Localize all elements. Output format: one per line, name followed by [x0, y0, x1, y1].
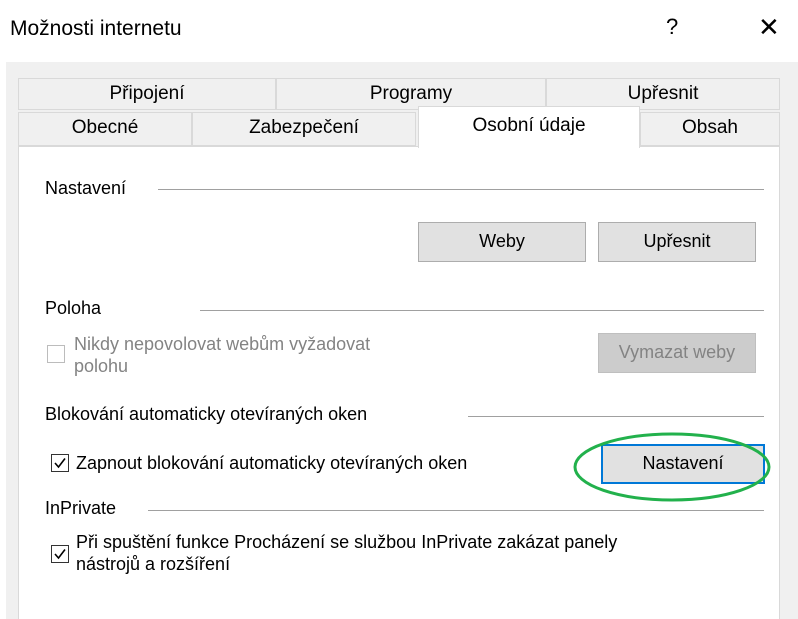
label-line: Nikdy nepovolovat webům vyžadovat — [74, 334, 371, 354]
checkmark-icon — [54, 549, 66, 560]
tab-label: Zabezpečení — [249, 117, 359, 138]
popup-settings-button[interactable]: Nastavení — [601, 444, 765, 484]
help-button[interactable]: ? — [666, 14, 678, 40]
checkmark-icon — [54, 458, 66, 469]
tab-zabezpeceni[interactable]: Zabezpečení — [192, 112, 416, 146]
label-line: polohu — [74, 356, 129, 376]
tab-label: Programy — [369, 83, 453, 104]
inprivate-group-label: InPrivate — [45, 498, 125, 519]
never-allow-location-label: Nikdy nepovolovat webům vyžadovat polohu — [74, 333, 370, 377]
close-button[interactable]: ✕ — [758, 12, 780, 43]
popup-group-label: Blokování automaticky otevíraných oken — [45, 404, 376, 425]
location-group-label: Poloha — [45, 298, 110, 319]
inprivate-disable-toolbars-checkbox[interactable] — [51, 545, 69, 563]
tab-label: Obsah — [682, 117, 738, 138]
label-line: Při spuštění funkce Procházení se službo… — [76, 532, 618, 552]
tab-obecne[interactable]: Obecné — [18, 112, 192, 146]
label-line: nástrojů a rozšíření — [76, 554, 231, 574]
settings-group-divider — [158, 189, 764, 190]
popup-blocker-label: Zapnout blokování automaticky otevíranýc… — [76, 453, 468, 473]
title-bar: Možnosti internetu ? ✕ — [0, 0, 798, 62]
tab-osobni-udaje[interactable]: Osobní údaje — [418, 106, 640, 148]
sites-button[interactable]: Weby — [418, 222, 586, 262]
tab-label: Připojení — [109, 83, 185, 104]
clear-sites-button[interactable]: Vymazat weby — [598, 333, 756, 373]
tab-label: Osobní údaje — [472, 115, 586, 136]
inprivate-group-divider — [148, 510, 764, 511]
settings-group-label: Nastavení — [45, 178, 135, 199]
window-title: Možnosti internetu — [10, 17, 182, 40]
location-group-divider — [200, 310, 764, 311]
popup-blocker-checkbox[interactable] — [51, 454, 69, 472]
popup-group-divider — [468, 416, 764, 417]
advanced-button[interactable]: Upřesnit — [598, 222, 756, 262]
tab-label: Upřesnit — [627, 83, 699, 104]
tab-pripojeni[interactable]: Připojení — [18, 78, 276, 110]
inprivate-disable-toolbars-label: Při spuštění funkce Procházení se službo… — [76, 531, 617, 575]
tab-obsah[interactable]: Obsah — [640, 112, 780, 146]
never-allow-location-checkbox[interactable] — [47, 345, 65, 363]
tab-label: Obecné — [71, 117, 139, 138]
